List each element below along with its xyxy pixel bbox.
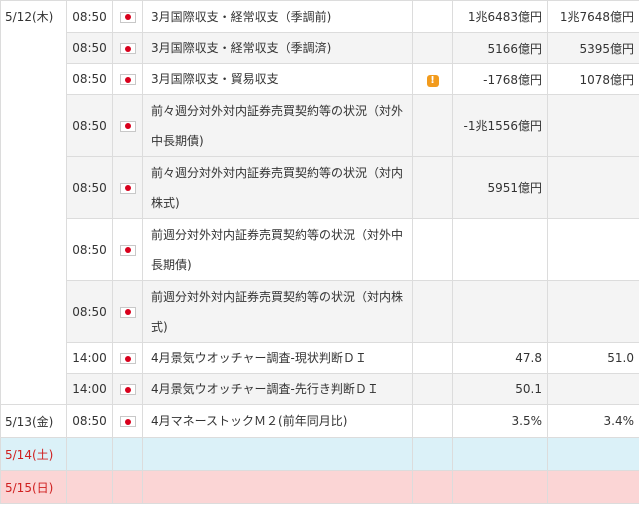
importance-cell <box>412 32 453 64</box>
importance-cell <box>412 342 453 374</box>
date-cell: 5/12(木) <box>0 0 67 405</box>
forecast-value <box>547 280 639 343</box>
warning-icon[interactable]: ! <box>426 74 439 87</box>
event-time: 08:50 <box>66 63 113 95</box>
forecast-value: 51.0 <box>547 342 639 374</box>
event-title[interactable]: 前々週分対外対内証券売買契約等の状況（対内株式) <box>142 156 413 219</box>
table-row: 08:50 3月国際収支・経常収支（季調済) 5166億円 5395億円 <box>1 32 639 64</box>
date-cell: 5/13(金) <box>0 404 67 438</box>
previous-value: 3.5% <box>452 404 548 438</box>
event-title[interactable]: 前週分対外対内証券売買契約等の状況（対外中長期債) <box>142 218 413 281</box>
japan-flag-icon <box>119 74 136 85</box>
japan-flag-icon <box>119 353 136 364</box>
table-row: 5/14(土) <box>0 437 639 471</box>
japan-flag-icon <box>119 11 136 23</box>
event-title[interactable]: 4月マネーストックＭ２(前年同月比) <box>142 404 413 438</box>
table-row: 5/12(木) 08:50 3月国際収支・経常収支（季調前) 1兆6483億円 … <box>0 0 639 405</box>
forecast-value <box>547 373 639 405</box>
previous-value <box>452 280 548 343</box>
table-row: 08:50 前週分対外対内証券売買契約等の状況（対外中長期債) <box>1 218 639 281</box>
date-cell-saturday: 5/14(土) <box>0 437 67 471</box>
table-row: 08:50 前々週分対外対内証券売買契約等の状況（対外中長期債) -1兆1556… <box>1 94 639 157</box>
japan-flag-icon <box>119 43 136 54</box>
event-time: 08:50 <box>66 94 113 157</box>
event-title[interactable]: 3月国際収支・貿易収支 <box>142 63 413 95</box>
event-title[interactable]: 前週分対外対内証券売買契約等の状況（対内株式) <box>142 280 413 343</box>
event-time: 08:50 <box>66 218 113 281</box>
japan-flag-icon <box>119 416 136 427</box>
forecast-value: 5395億円 <box>547 32 639 64</box>
forecast-value: 3.4% <box>547 404 639 438</box>
event-time: 08:50 <box>66 404 113 438</box>
japan-flag-icon <box>119 244 136 256</box>
importance-cell <box>412 0 453 33</box>
event-title[interactable]: 3月国際収支・経常収支（季調済) <box>142 32 413 64</box>
importance-cell <box>412 373 453 405</box>
forecast-value <box>547 156 639 219</box>
previous-value: 50.1 <box>452 373 548 405</box>
previous-value: 5166億円 <box>452 32 548 64</box>
japan-flag-icon <box>119 384 136 395</box>
event-time: 08:50 <box>66 0 113 33</box>
table-row: 14:00 4月景気ウオッチャー調査-先行き判断ＤＩ 50.1 <box>1 373 639 405</box>
forecast-value: 1兆7648億円 <box>547 0 639 33</box>
table-row: 08:50 3月国際収支・貿易収支 ! -1768億円 1078億円 <box>1 63 639 95</box>
table-row: 08:50 前々週分対外対内証券売買契約等の状況（対内株式) 5951億円 <box>1 156 639 219</box>
japan-flag-icon <box>119 182 136 194</box>
japan-flag-icon <box>119 120 136 132</box>
importance-cell <box>412 218 453 281</box>
event-time: 08:50 <box>66 156 113 219</box>
date-cell-sunday: 5/15(日) <box>0 470 67 504</box>
previous-value: -1768億円 <box>452 63 548 95</box>
event-time: 08:50 <box>66 32 113 64</box>
event-title[interactable]: 4月景気ウオッチャー調査-先行き判断ＤＩ <box>142 373 413 405</box>
importance-cell <box>412 280 453 343</box>
event-time: 14:00 <box>66 342 113 374</box>
previous-value: 5951億円 <box>452 156 548 219</box>
forecast-value: 1078億円 <box>547 63 639 95</box>
table-row: 14:00 4月景気ウオッチャー調査-現状判断ＤＩ 47.8 51.0 <box>1 342 639 374</box>
previous-value: 1兆6483億円 <box>452 0 548 33</box>
event-title[interactable]: 3月国際収支・経常収支（季調前) <box>142 0 413 33</box>
event-time: 08:50 <box>66 280 113 343</box>
importance-cell <box>412 404 453 438</box>
economic-calendar-table: 5/12(木) 08:50 3月国際収支・経常収支（季調前) 1兆6483億円 … <box>0 0 639 504</box>
forecast-value <box>547 94 639 157</box>
event-title[interactable]: 4月景気ウオッチャー調査-現状判断ＤＩ <box>142 342 413 374</box>
importance-cell <box>412 94 453 157</box>
japan-flag-icon <box>119 306 136 318</box>
event-time: 14:00 <box>66 373 113 405</box>
table-row: 5/13(金) 08:50 4月マネーストックＭ２(前年同月比) 3.5% 3.… <box>0 404 639 438</box>
importance-cell <box>412 156 453 219</box>
event-title[interactable]: 前々週分対外対内証券売買契約等の状況（対外中長期債) <box>142 94 413 157</box>
table-row: 08:50 前週分対外対内証券売買契約等の状況（対内株式) <box>1 280 639 343</box>
table-row: 5/15(日) <box>0 470 639 504</box>
forecast-value <box>547 218 639 281</box>
previous-value <box>452 218 548 281</box>
previous-value: 47.8 <box>452 342 548 374</box>
previous-value: -1兆1556億円 <box>452 94 548 157</box>
